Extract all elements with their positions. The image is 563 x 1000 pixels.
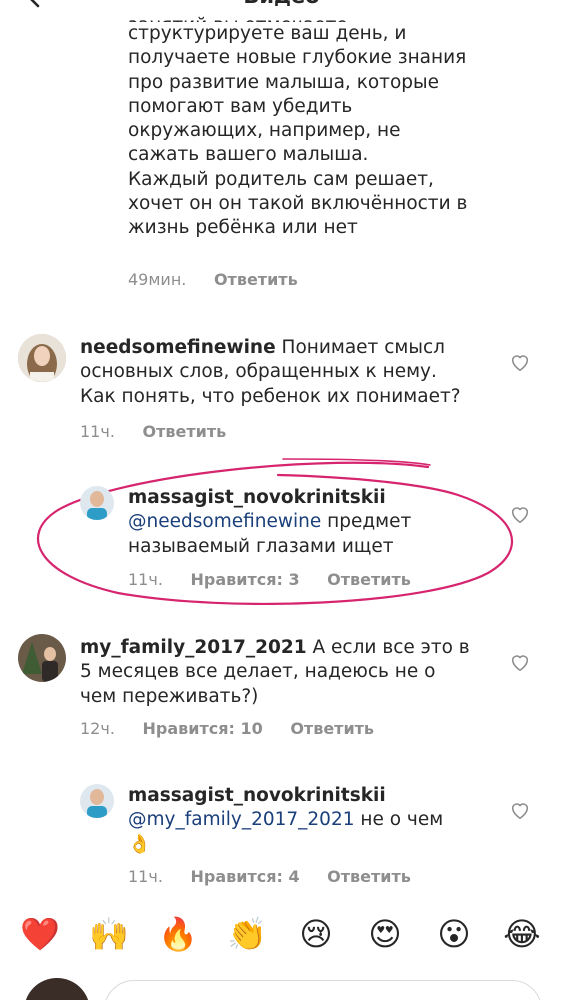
comment-line: получаете новые глубокие знания — [128, 47, 467, 69]
comment-username[interactable]: my_family_2017_2021 — [80, 637, 307, 658]
reaction-emoji[interactable]: 🔥 — [156, 912, 200, 956]
likes-count[interactable]: Нравится: 3 — [190, 570, 299, 589]
comment-meta: 11ч. Нравится: 3 Ответить — [128, 570, 433, 589]
comment-line: Каждый родитель сам решает, — [128, 168, 434, 190]
comment-line: Как понять, что ребенок их понимает? — [80, 385, 461, 407]
comment-text: massagist_novokrinitskii @needsomefinewi… — [128, 486, 508, 559]
comment-line: занятий вы отмечаете — [128, 14, 528, 22]
reaction-emoji[interactable]: 🙌 — [87, 912, 131, 956]
reply-button[interactable]: Ответить — [327, 867, 411, 886]
reaction-emoji[interactable]: 😍 — [363, 912, 407, 956]
reply-button[interactable]: Ответить — [142, 422, 226, 441]
comment-text: my_family_2017_2021 А если все это в 5 м… — [80, 636, 500, 709]
comment-line: структурируете ваш день, и — [128, 23, 407, 44]
reaction-emoji[interactable]: 😮 — [432, 912, 476, 956]
comment-line: Понимает смысл — [281, 337, 445, 358]
heart-outline-icon[interactable] — [509, 651, 531, 673]
comment-line: чем переживать?) — [80, 685, 259, 707]
comment-line: жизнь ребёнка или нет — [128, 217, 358, 239]
comment-meta: 11ч. Ответить — [80, 422, 248, 441]
heart-outline-icon[interactable] — [509, 351, 531, 373]
comment-meta: 49мин. Ответить — [128, 270, 320, 289]
comment-input[interactable] — [104, 980, 542, 1000]
comment-username[interactable]: needsomefinewine — [80, 337, 276, 358]
comment-time: 11ч. — [128, 867, 163, 886]
mention-link[interactable]: @my_family_2017_2021 — [128, 809, 354, 830]
comment-line: помогают вам убедить — [128, 95, 353, 117]
reaction-emoji[interactable]: 👏 — [225, 912, 269, 956]
likes-count[interactable]: Нравится: 10 — [142, 719, 262, 738]
comment-text: massagist_novokrinitskii @my_family_2017… — [128, 784, 508, 857]
emoji-reaction-bar: ❤️ 🙌 🔥 👏 😢 😍 😮 😂 — [0, 912, 563, 956]
page-title: Видео — [0, 0, 563, 8]
reply-button[interactable]: Ответить — [214, 270, 298, 289]
comment-username[interactable]: massagist_novokrinitskii — [128, 784, 508, 808]
avatar[interactable] — [18, 334, 66, 382]
comment-line: А если все это в — [312, 637, 470, 658]
reply-button[interactable]: Ответить — [327, 570, 411, 589]
reaction-emoji[interactable]: 😂 — [500, 912, 544, 956]
avatar[interactable] — [80, 784, 114, 818]
comment-line: хочет он он такой включённости в — [128, 193, 468, 215]
comment-meta: 12ч. Нравится: 10 Ответить — [80, 719, 396, 738]
avatar[interactable] — [18, 634, 66, 682]
comment-line: 5 месяцев все делает, надеюсь не о — [80, 661, 436, 683]
comment-meta: 11ч. Нравится: 4 Ответить — [128, 867, 433, 886]
likes-count[interactable]: Нравится: 4 — [190, 867, 299, 886]
comment-line: окружающих, например, не — [128, 120, 401, 142]
comment-username[interactable]: massagist_novokrinitskii — [128, 486, 508, 510]
reply-button[interactable]: Ответить — [290, 719, 374, 738]
comment-line: предмет — [327, 511, 412, 533]
composer-avatar — [24, 978, 90, 1000]
comment-time: 49мин. — [128, 270, 187, 289]
comment-line: про развитие малыша, которые — [128, 71, 440, 93]
reaction-emoji[interactable]: ❤️ — [18, 912, 62, 956]
comment-line: основных слов, обращенных к нему. — [80, 361, 437, 383]
avatar[interactable] — [80, 486, 114, 520]
comment-line: называемый глазами ищет — [128, 535, 394, 557]
heart-outline-icon[interactable] — [509, 503, 531, 525]
comment-line: сажать вашего малыша. — [128, 144, 369, 166]
comment-time: 12ч. — [80, 719, 115, 738]
previous-comment-text: занятий вы отмечаете структурируете ваш … — [128, 14, 528, 241]
heart-outline-icon[interactable] — [509, 799, 531, 821]
comment-emoji: 👌 — [128, 833, 152, 855]
comment-time: 11ч. — [80, 422, 115, 441]
comment-line: не о чем — [360, 809, 444, 831]
reaction-emoji[interactable]: 😢 — [294, 912, 338, 956]
mention-link[interactable]: @needsomefinewine — [128, 511, 321, 532]
comment-time: 11ч. — [128, 570, 163, 589]
comment-text: needsomefinewine Понимает смысл основных… — [80, 336, 500, 409]
